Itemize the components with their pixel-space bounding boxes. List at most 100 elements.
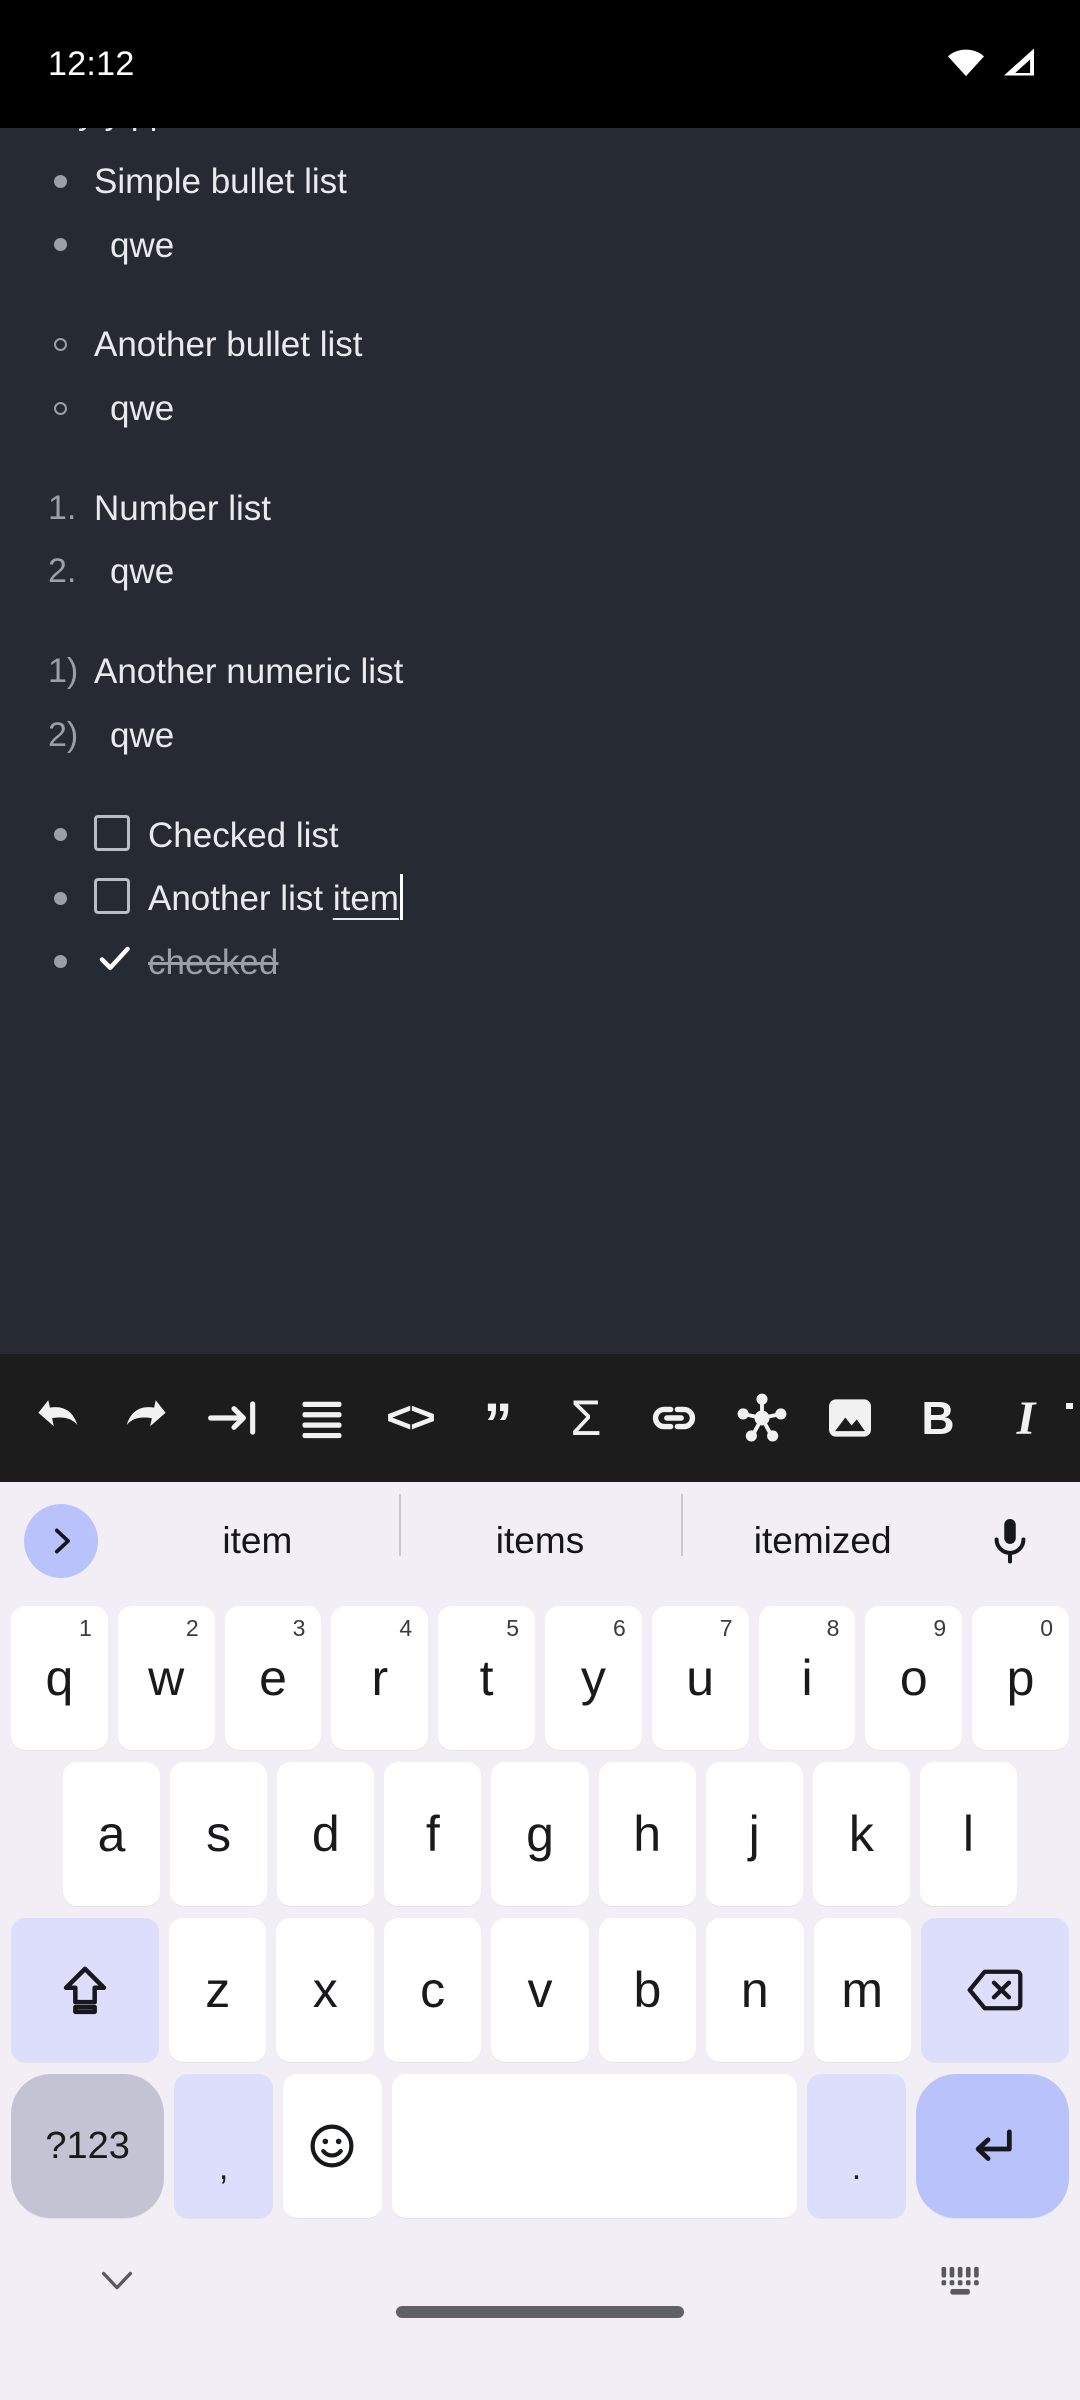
emoji-key[interactable] [283, 2074, 382, 2218]
list-item-text: Another numeric list [94, 652, 404, 692]
editor-content: Simple bullet list qwe Another bullet li… [38, 128, 1042, 995]
note-editor[interactable]: y y pp Simple bullet list qwe Another bu… [0, 128, 1080, 1354]
suggestion-item-0[interactable]: item [116, 1520, 399, 1562]
comma-key[interactable]: , [174, 2074, 273, 2218]
key-u[interactable]: 7u [651, 1606, 749, 1750]
gesture-pill[interactable] [396, 2306, 684, 2318]
checkbox-unchecked[interactable] [94, 878, 130, 915]
key-n[interactable]: n [706, 1918, 804, 2062]
list-item[interactable]: Another list item [38, 867, 1042, 931]
keyboard-icon[interactable] [938, 2263, 984, 2304]
list-item[interactable]: checked [38, 931, 1042, 995]
microphone-icon[interactable] [964, 1515, 1056, 1567]
suggestion-item-1[interactable]: items [398, 1494, 682, 1562]
key-label: a [97, 1806, 126, 1862]
list-item[interactable]: qwe [38, 214, 1042, 278]
indent-icon[interactable] [190, 1374, 278, 1462]
image-icon[interactable] [806, 1374, 894, 1462]
list-item[interactable]: 1. Number list [38, 477, 1042, 541]
key-h[interactable]: h [598, 1762, 696, 1906]
list-item-text: qwe [110, 389, 175, 429]
undo-icon[interactable] [14, 1374, 102, 1462]
list-item-text: Simple bullet list [94, 162, 347, 201]
key-a[interactable]: a [63, 1762, 161, 1906]
suggestion-item-2[interactable]: itemized [681, 1494, 964, 1562]
list-item[interactable]: Another bullet list [38, 313, 1042, 377]
key-z[interactable]: z [169, 1918, 267, 2062]
list-item[interactable]: 2. qwe [38, 540, 1042, 604]
status-bar: 12:12 [0, 0, 1080, 128]
key-label: w [148, 1650, 185, 1706]
key-m[interactable]: m [813, 1918, 911, 2062]
list-item-text: Another list item [148, 874, 403, 924]
bold-icon[interactable]: B [894, 1374, 982, 1462]
list-item[interactable]: qwe [38, 377, 1042, 441]
bullet-marker [38, 157, 94, 205]
key-label: x [312, 1962, 338, 2018]
diagram-icon[interactable] [718, 1374, 806, 1462]
key-p[interactable]: 0p [972, 1606, 1069, 1750]
code-icon[interactable]: <> [366, 1374, 454, 1462]
key-e[interactable]: 3e [224, 1606, 322, 1750]
key-q[interactable]: 1q [11, 1606, 108, 1750]
number-marker: 1) [48, 652, 79, 691]
key-s[interactable]: s [170, 1762, 268, 1906]
key-d[interactable]: d [277, 1762, 375, 1906]
redo-icon[interactable] [102, 1374, 190, 1462]
numbered-list-dot: 1. Number list 2. qwe [38, 477, 1042, 604]
key-c[interactable]: c [383, 1918, 482, 2062]
chevron-down-icon[interactable] [96, 2266, 138, 2301]
link-icon[interactable] [630, 1374, 718, 1462]
space-key[interactable] [391, 2074, 797, 2218]
key-x[interactable]: x [276, 1918, 374, 2062]
key-k[interactable]: k [812, 1762, 910, 1906]
enter-key[interactable] [915, 2074, 1069, 2218]
key-f[interactable]: f [384, 1762, 482, 1906]
key-label: h [633, 1806, 661, 1862]
key-y[interactable]: 6y [545, 1606, 642, 1750]
list-item[interactable]: 1) Another numeric list [38, 640, 1042, 704]
period-key[interactable]: . [807, 2074, 906, 2218]
chevron-right-icon[interactable] [24, 1504, 98, 1578]
key-label: z [205, 1962, 231, 2018]
keyboard-row-2: a s d f g h j k l [0, 1756, 1080, 1912]
key-v[interactable]: v [491, 1918, 589, 2062]
key-hint: 2 [185, 1615, 199, 1641]
key-label: e [259, 1650, 287, 1706]
shift-key[interactable] [11, 1918, 160, 2062]
checkbox-unchecked[interactable] [94, 814, 130, 851]
backspace-key[interactable] [920, 1918, 1069, 2062]
emoji-icon [310, 2124, 354, 2168]
key-label: j [748, 1806, 760, 1862]
key-label: s [206, 1806, 232, 1862]
list-item[interactable]: Checked list [38, 804, 1042, 868]
key-o[interactable]: 9o [865, 1606, 963, 1750]
key-label: c [420, 1962, 446, 2018]
key-t[interactable]: 5t [438, 1606, 535, 1750]
italic-icon[interactable]: I [982, 1374, 1070, 1462]
key-label: ?123 [45, 2124, 130, 2167]
key-l[interactable]: l [919, 1762, 1017, 1906]
key-g[interactable]: g [491, 1762, 589, 1906]
key-hint: 7 [719, 1615, 733, 1641]
key-hint: 0 [1040, 1615, 1053, 1641]
key-label: t [479, 1650, 494, 1706]
symbols-key[interactable]: ?123 [11, 2074, 165, 2218]
key-j[interactable]: j [705, 1762, 803, 1906]
math-icon[interactable]: Σ [542, 1374, 630, 1462]
checkbox-checked[interactable] [94, 940, 134, 976]
key-r[interactable]: 4r [331, 1606, 429, 1750]
enter-icon [976, 2129, 1013, 2161]
key-i[interactable]: 8i [758, 1606, 856, 1750]
list-item[interactable]: Simple bullet list [38, 150, 1042, 214]
key-b[interactable]: b [598, 1918, 697, 2062]
toolbar-overflow-edge[interactable] [1066, 1354, 1080, 1482]
key-w[interactable]: 2w [117, 1606, 215, 1750]
quote-icon[interactable]: ” [454, 1374, 542, 1462]
cellular-signal-icon [1000, 47, 1038, 82]
composing-text: item [332, 879, 399, 919]
key-label: v [527, 1962, 553, 2018]
list-icon[interactable] [278, 1374, 366, 1462]
list-item[interactable]: 2) qwe [38, 704, 1042, 768]
list-item-text: qwe [110, 225, 175, 265]
